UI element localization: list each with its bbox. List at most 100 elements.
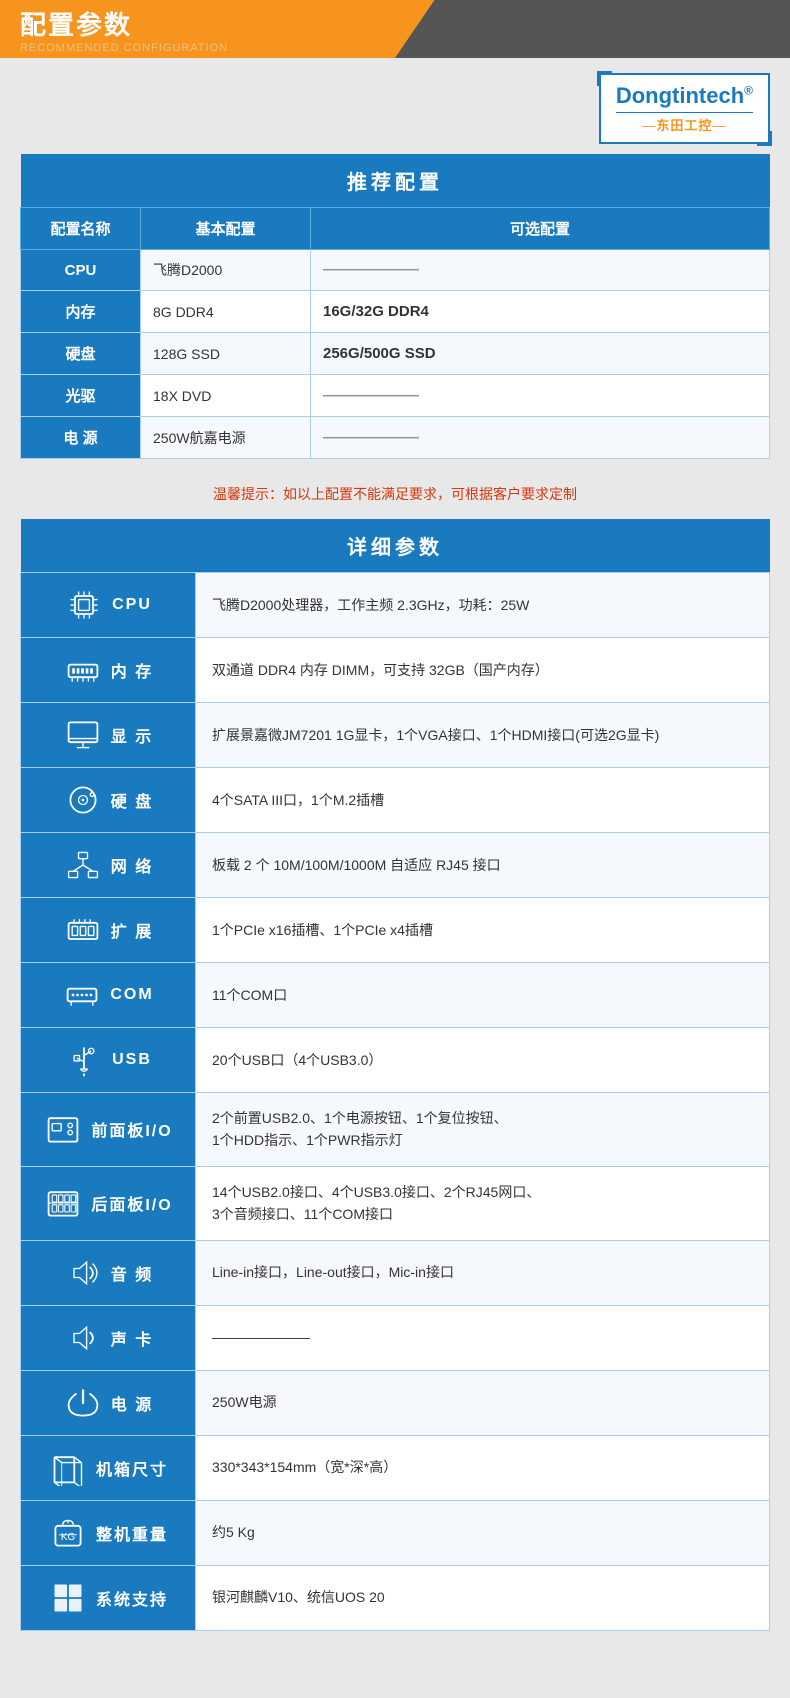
weight-icon: KG [48,1513,88,1553]
detail-row-soundcard: 声 卡 ——————— [21,1305,770,1370]
detail-label-text-com: COM [110,986,153,1004]
row-label-power: 电 源 [21,417,141,459]
row-label-cpu: CPU [21,250,141,291]
rearpanel-icon [43,1183,83,1223]
detail-label-text-audio: 音 频 [111,1261,153,1285]
detail-label-network: 网 络 [21,833,196,898]
detail-table: 详细参数 [20,519,770,1631]
detail-label-weight: KG 整机重量 [21,1500,196,1565]
detail-row-weight: KG 整机重量 约5 Kg [21,1500,770,1565]
row-base-cpu: 飞腾D2000 [141,250,311,291]
detail-label-cpu: CPU [21,573,196,638]
detail-row-audio: 音 频 Line-in接口，Line-out接口，Mic-in接口 [21,1240,770,1305]
detail-label-text-weight: 整机重量 [96,1521,168,1545]
detail-value-cpu: 飞腾D2000处理器，工作主频 2.3GHz，功耗：25W [196,573,770,638]
row-label-disk: 硬盘 [21,333,141,375]
recommended-title: 推荐配置 [21,154,770,208]
detail-label-frontpanel: 前面板I/O [21,1093,196,1167]
detail-row-memory: 内 存 双通道 DDR4 内存 DIMM，可支持 32GB（国产内存） [21,638,770,703]
network-icon [63,845,103,885]
detail-row-cpu: CPU 飞腾D2000处理器，工作主频 2.3GHz，功耗：25W [21,573,770,638]
detail-label-text-power: 电 源 [111,1391,153,1415]
logo-box: Dongtintech® —东田工控— [599,73,770,144]
detail-label-text-expand: 扩 展 [111,918,153,942]
detail-value-network: 板载 2 个 10M/100M/1000M 自适应 RJ45 接口 [196,833,770,898]
header-title-cn: 配置参数 [20,10,132,40]
row-label-memory: 内存 [21,291,141,333]
detail-label-power: 电 源 [21,1370,196,1435]
harddisk-icon [63,780,103,820]
frontpanel-icon [43,1109,83,1149]
table-row: 内存 8G DDR4 16G/32G DDR4 [21,291,770,333]
detail-label-text-cpu: CPU [112,596,152,614]
row-base-disk: 128G SSD [141,333,311,375]
detail-row-disk: 硬 盘 4个SATA III口，1个M.2插槽 [21,768,770,833]
detail-label-text-frontpanel: 前面板I/O [91,1117,172,1141]
detail-label-chassis: 机箱尺寸 [21,1435,196,1500]
chassis-icon [48,1448,88,1488]
detail-value-soundcard: ——————— [196,1305,770,1370]
detail-label-disk: 硬 盘 [21,768,196,833]
detail-label-text-rearpanel: 后面板I/O [91,1191,172,1215]
detail-label-com: COM [21,963,196,1028]
usb-icon [64,1040,104,1080]
detail-label-text-display: 显 示 [111,723,153,747]
detail-label-display: 显 示 [21,703,196,768]
detail-row-expand: 扩 展 1个PCIe x16插槽、1个PCIe x4插槽 [21,898,770,963]
detail-row-frontpanel: 前面板I/O 2个前置USB2.0、1个电源按钮、1个复位按钮、1个HDD指示、… [21,1093,770,1167]
header-title-en: RECOMMENDED CONFIGURATION [20,42,228,54]
detail-row-com: COM 11个COM口 [21,963,770,1028]
col-name: 配置名称 [21,208,141,250]
row-optional-power: —————— [311,417,770,459]
memory-icon [63,650,103,690]
col-optional: 可选配置 [311,208,770,250]
detail-row-power: 电 源 250W电源 [21,1370,770,1435]
detail-row-rearpanel: 后面板I/O 14个USB2.0接口、4个USB3.0接口、2个RJ45网口、3… [21,1166,770,1240]
row-optional-memory: 16G/32G DDR4 [311,291,770,333]
detail-row-chassis: 机箱尺寸 330*343*154mm（宽*深*高） [21,1435,770,1500]
detail-label-expand: 扩 展 [21,898,196,963]
detail-label-usb: USB [21,1028,196,1093]
detail-label-text-chassis: 机箱尺寸 [96,1456,168,1480]
detail-label-text-network: 网 络 [111,853,153,877]
table-row: CPU 飞腾D2000 —————— [21,250,770,291]
table-row: 电 源 250W航嘉电源 —————— [21,417,770,459]
logo-sub: —东田工控— [616,112,753,134]
detail-label-text-memory: 内 存 [111,658,153,682]
detail-label-text-usb: USB [112,1051,152,1069]
detail-header-row: 详细参数 [21,519,770,573]
row-base-power: 250W航嘉电源 [141,417,311,459]
detail-value-frontpanel: 2个前置USB2.0、1个电源按钮、1个复位按钮、1个HDD指示、1个PWR指示… [196,1093,770,1167]
detail-label-rearpanel: 后面板I/O [21,1166,196,1240]
soundcard-icon [63,1318,103,1358]
row-base-memory: 8G DDR4 [141,291,311,333]
warning-text: 温馨提示：如以上配置不能满足要求，可根据客户要求定制 [20,474,770,519]
row-optional-dvd: —————— [311,375,770,417]
table-row: 硬盘 128G SSD 256G/500G SSD [21,333,770,375]
table-row: 光驱 18X DVD —————— [21,375,770,417]
detail-label-memory: 内 存 [21,638,196,703]
os-icon [48,1578,88,1618]
detail-value-display: 扩展景嘉微JM7201 1G显卡，1个VGA接口、1个HDMI接口(可选2G显卡… [196,703,770,768]
detail-row-network: 网 络 板载 2 个 10M/100M/1000M 自适应 RJ45 接口 [21,833,770,898]
detail-value-disk: 4个SATA III口，1个M.2插槽 [196,768,770,833]
detail-row-display: 显 示 扩展景嘉微JM7201 1G显卡，1个VGA接口、1个HDMI接口(可选… [21,703,770,768]
svg-text:KG: KG [61,1532,75,1543]
com-icon [62,975,102,1015]
detail-row-usb: USB 20个USB口（4个USB3.0） [21,1028,770,1093]
logo-brand: Dongtintech® [616,83,753,109]
detail-label-os: 系统支持 [21,1565,196,1630]
detail-value-rearpanel: 14个USB2.0接口、4个USB3.0接口、2个RJ45网口、3个音频接口、1… [196,1166,770,1240]
col-header-row: 配置名称 基本配置 可选配置 [21,208,770,250]
main-content: 推荐配置 配置名称 基本配置 可选配置 CPU 飞腾D2000 —————— 内… [0,154,790,1651]
row-optional-disk: 256G/500G SSD [311,333,770,375]
detail-label-text-os: 系统支持 [96,1586,168,1610]
detail-value-expand: 1个PCIe x16插槽、1个PCIe x4插槽 [196,898,770,963]
power-icon [63,1383,103,1423]
row-label-dvd: 光驱 [21,375,141,417]
display-icon [63,715,103,755]
detail-value-usb: 20个USB口（4个USB3.0） [196,1028,770,1093]
detail-value-com: 11个COM口 [196,963,770,1028]
detail-value-memory: 双通道 DDR4 内存 DIMM，可支持 32GB（国产内存） [196,638,770,703]
detail-label-audio: 音 频 [21,1240,196,1305]
